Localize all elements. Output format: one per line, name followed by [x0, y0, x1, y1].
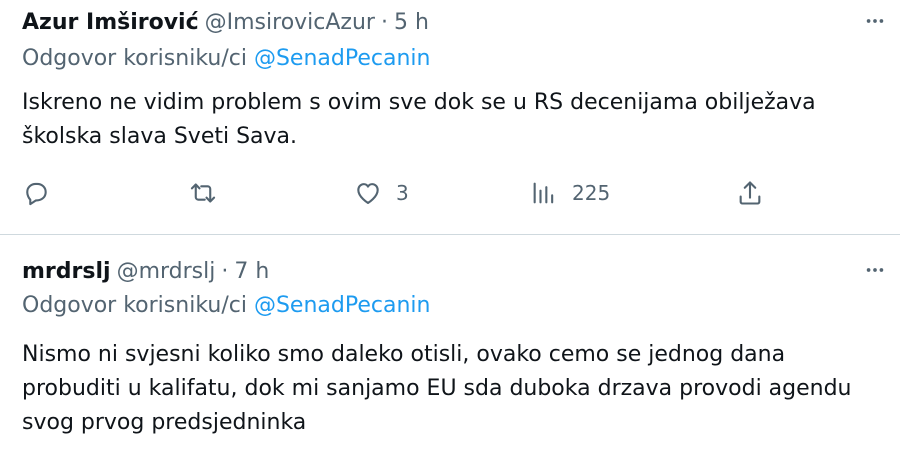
reply-icon — [22, 179, 50, 207]
like-button[interactable]: 3 — [354, 173, 409, 213]
author-name[interactable]: Azur Imširović — [22, 10, 199, 35]
tweet-header: Azur Imširović @ImsirovicAzur · 5 h — [22, 8, 429, 36]
views-button[interactable]: 225 — [530, 173, 610, 213]
tweet-header: mrdrslj @mrdrslj · 7 h — [22, 257, 269, 285]
replying-to: Odgovor korisniku/ci @SenadPecanin — [22, 46, 430, 71]
replying-prefix: Odgovor korisniku/ci — [22, 293, 247, 318]
retweet-button[interactable] — [188, 173, 218, 213]
heart-icon — [354, 179, 382, 207]
author-name[interactable]: mrdrslj — [22, 259, 111, 284]
like-count: 3 — [396, 181, 409, 205]
tweet-actions: 3 225 — [0, 173, 900, 213]
author-handle[interactable]: @mrdrslj — [117, 259, 216, 284]
tweet-text: Nismo ni svjesni koliko smo daleko otisl… — [22, 342, 852, 435]
tweet-timestamp[interactable]: 5 h — [394, 10, 429, 35]
views-count: 225 — [572, 181, 611, 205]
separator-dot: · — [221, 258, 229, 284]
tweet[interactable]: Azur Imširović @ImsirovicAzur · 5 h Odgo… — [0, 0, 900, 235]
tweet-timestamp[interactable]: 7 h — [234, 259, 269, 284]
replying-mention-link[interactable]: @SenadPecanin — [254, 46, 430, 71]
replying-mention-link[interactable]: @SenadPecanin — [254, 293, 430, 318]
share-icon — [736, 179, 764, 207]
more-horizontal-icon[interactable] — [862, 8, 888, 34]
tweet-text: Iskreno ne vidim problem s ovim sve dok … — [22, 90, 816, 149]
replying-to: Odgovor korisniku/ci @SenadPecanin — [22, 293, 430, 318]
separator-dot: · — [380, 9, 388, 35]
author-handle[interactable]: @ImsirovicAzur — [205, 10, 375, 35]
retweet-icon — [188, 179, 218, 207]
more-horizontal-icon[interactable] — [862, 257, 888, 283]
replying-prefix: Odgovor korisniku/ci — [22, 46, 247, 71]
reply-button[interactable] — [22, 173, 50, 213]
views-icon — [530, 179, 558, 207]
tweet[interactable]: mrdrslj @mrdrslj · 7 h Odgovor korisniku… — [0, 235, 900, 456]
share-button[interactable] — [736, 173, 764, 213]
